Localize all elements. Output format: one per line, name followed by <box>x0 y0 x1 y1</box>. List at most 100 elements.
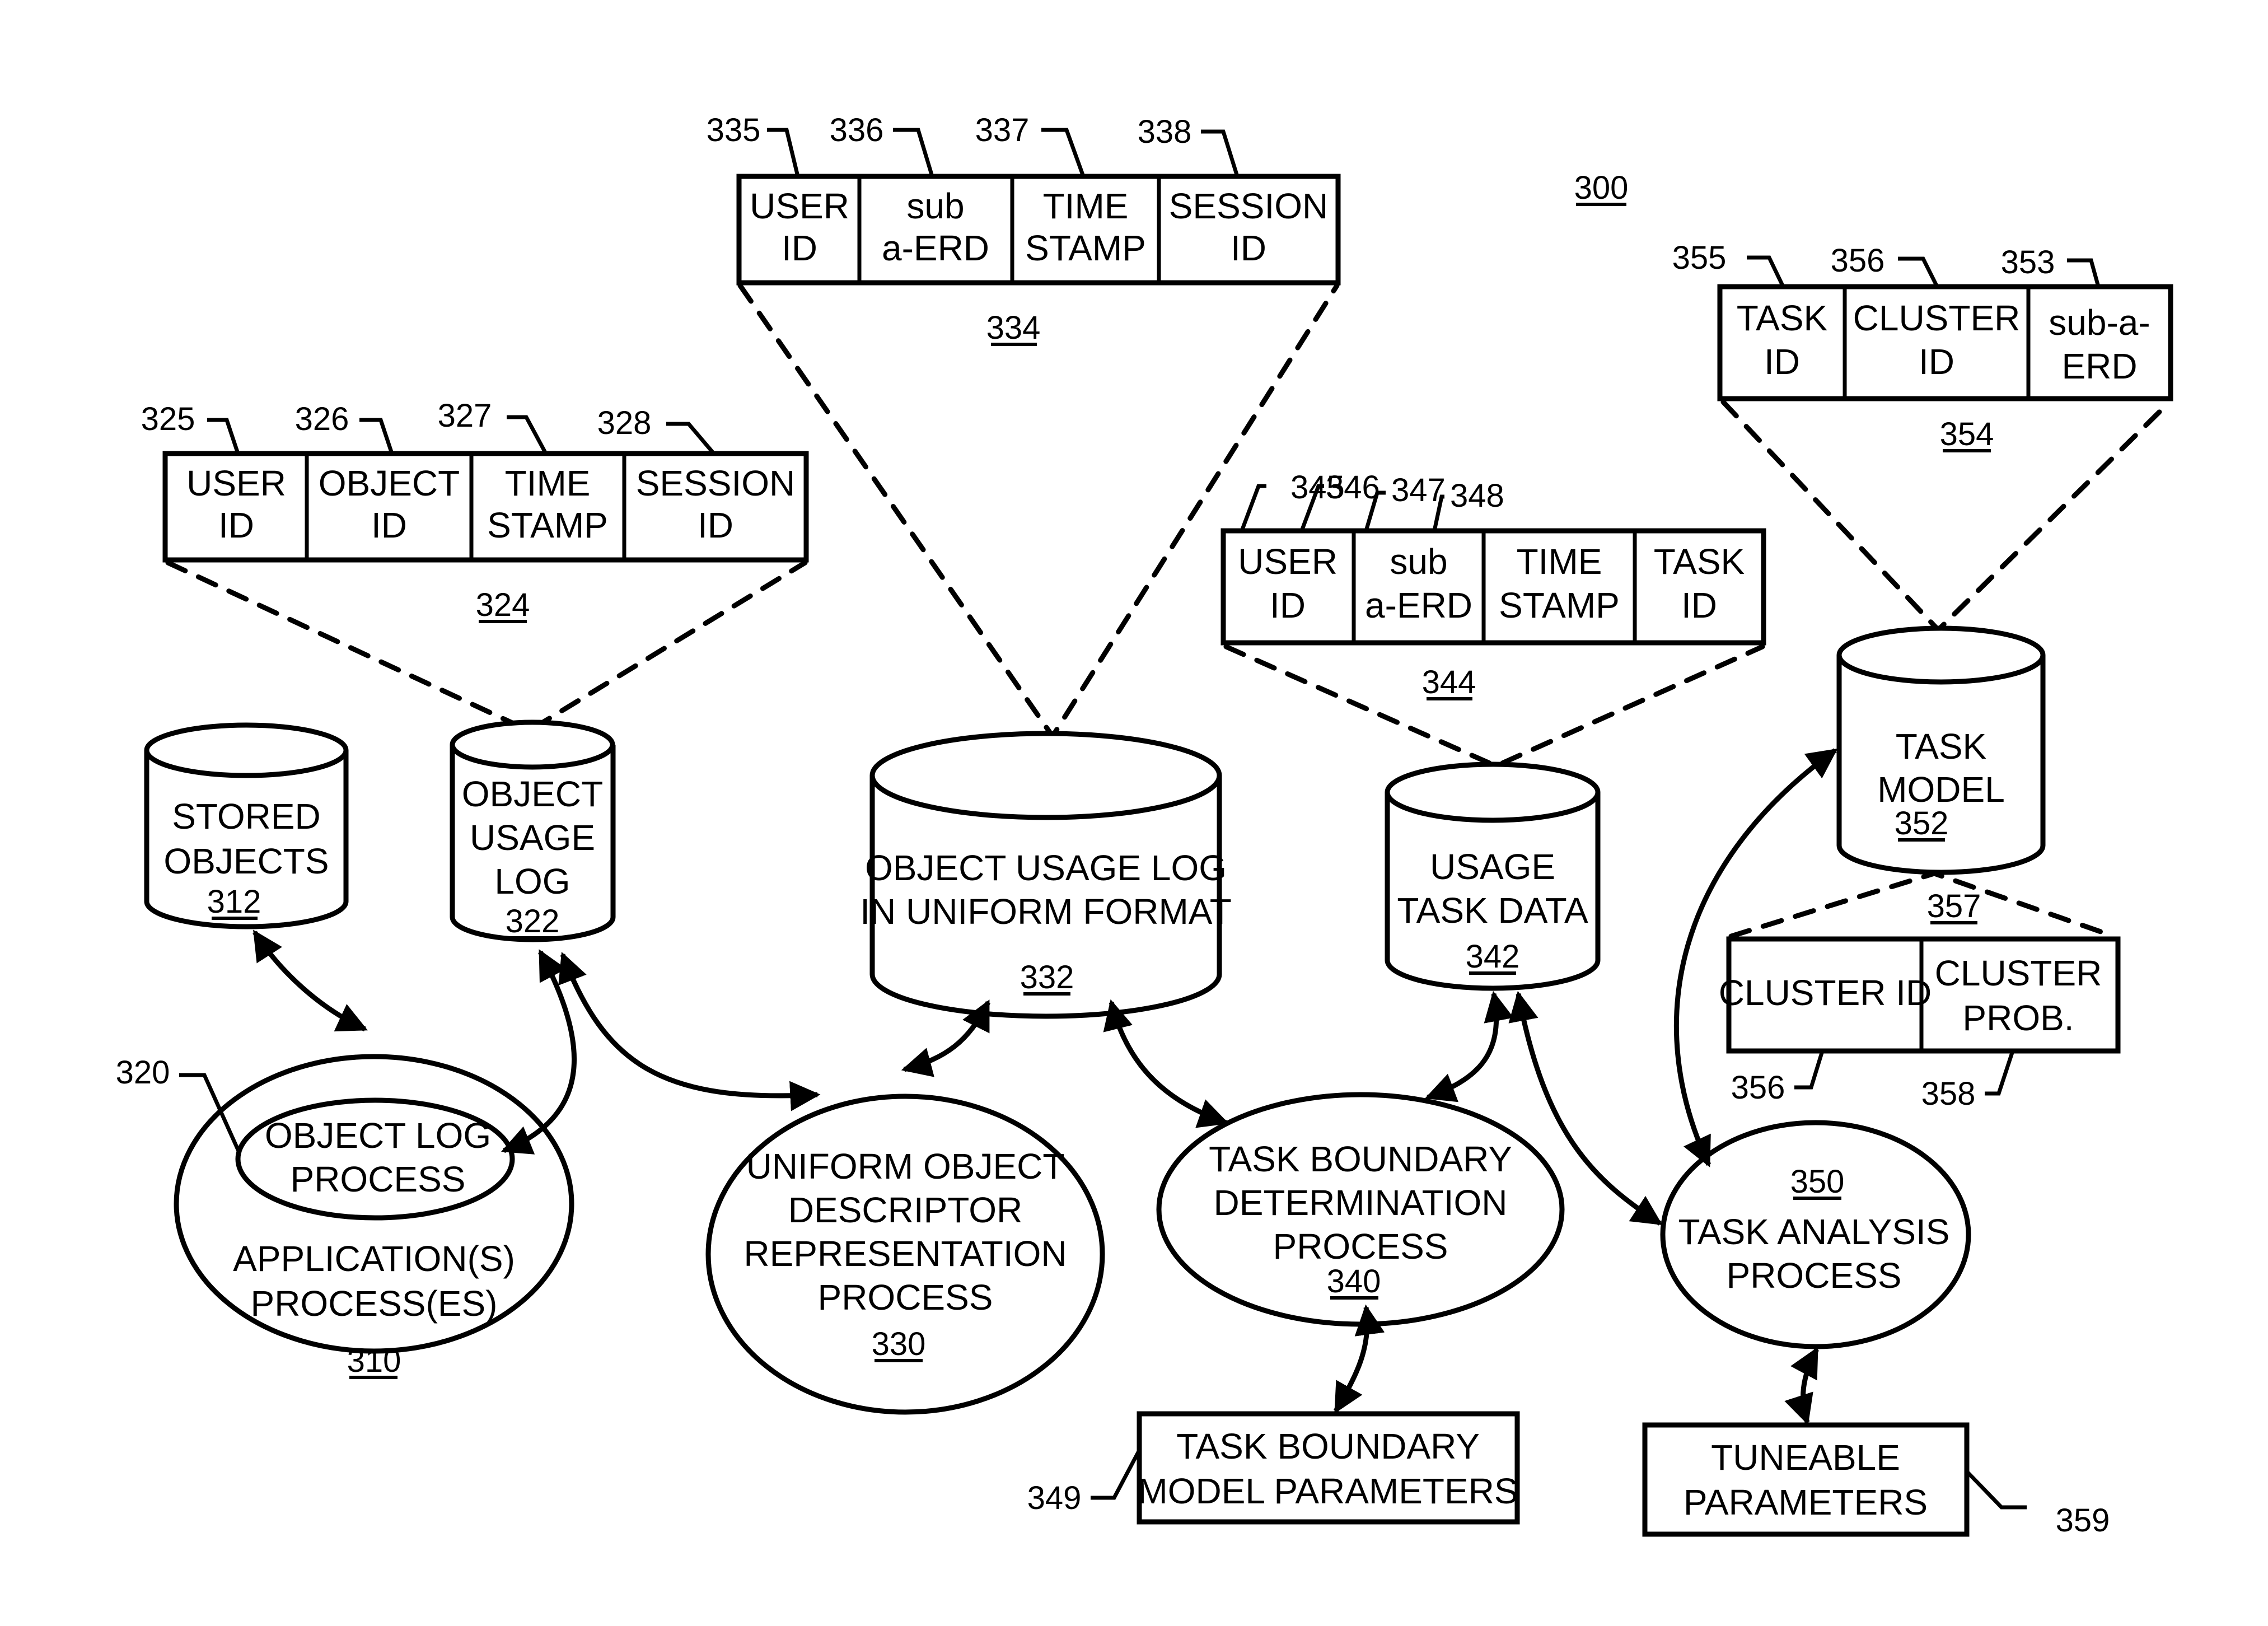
data-store-322: OBJECT USAGE LOG 322 <box>450 719 616 942</box>
ref-numeral: 358 <box>1921 1076 1976 1112</box>
process-label-line: APPLICATION(S) <box>233 1239 515 1279</box>
ref-numeral: 325 <box>141 401 195 437</box>
process-ref: 340 <box>1327 1263 1381 1300</box>
process-label-line: PROCESS <box>818 1277 993 1317</box>
field-label-line: TIME <box>1043 186 1129 226</box>
ref-numeral: 353 <box>2001 244 2055 281</box>
cylinder-top <box>1385 761 1601 823</box>
ref-numeral: 347 <box>1391 472 1446 508</box>
field-label-line: ID <box>1681 585 1717 625</box>
field-label-line: ID <box>371 505 407 545</box>
ref-numeral: 337 <box>975 112 1030 148</box>
process-ref: 320 <box>116 1054 170 1091</box>
field-label-line: ID <box>698 505 733 545</box>
leader-line <box>1091 1449 1142 1500</box>
parameters-359: TUNEABLE PARAMETERS 359 <box>1642 1422 2110 1539</box>
process-label-line: PROCESS <box>1727 1255 1902 1296</box>
store-label-line: OBJECT <box>462 774 603 814</box>
field-label-line: ID <box>218 505 254 545</box>
process-label-line: DESCRIPTOR <box>788 1190 1022 1230</box>
field-label-line: sub-a- <box>2049 302 2150 343</box>
store-ref: 352 <box>1895 805 1949 842</box>
data-store-342: USAGE TASK DATA 342 <box>1385 761 1601 991</box>
process-ref: 350 <box>1790 1164 1845 1200</box>
field-label-line: PROB. <box>1962 998 2074 1038</box>
process-label-line: PROCESS <box>1273 1226 1448 1267</box>
parameter-label-line: TUNEABLE <box>1711 1437 1900 1478</box>
field-label-line: ERD <box>2061 346 2137 386</box>
leader-line <box>1898 256 1939 288</box>
process-label-line: PROCESS(ES) <box>251 1283 498 1324</box>
ref-numeral: 338 <box>1138 114 1192 150</box>
field-label-line: TIME <box>505 463 591 503</box>
store-label-line: LOG <box>494 861 570 901</box>
ref-numeral: 348 <box>1450 478 1504 514</box>
store-ref: 332 <box>1020 959 1074 996</box>
store-label-line: MODEL <box>1877 769 2005 810</box>
record-ref: 354 <box>1940 416 1994 452</box>
field-label-line: sub <box>1390 541 1447 582</box>
leader-line <box>1041 128 1086 177</box>
store-label-line: TASK <box>1896 726 1986 767</box>
process-340: TASK BOUNDARY DETERMINATION PROCESS 340 <box>1156 1092 1565 1327</box>
process-label-line: PROCESS <box>291 1159 466 1199</box>
ref-numeral: 328 <box>597 405 652 441</box>
expansion-lines-357 <box>1728 871 2116 939</box>
ref-numeral: 355 <box>1672 240 1727 276</box>
ref-numeral: 335 <box>707 112 761 148</box>
field-label-line: STAMP <box>487 505 608 545</box>
process-label-line: TASK ANALYSIS <box>1678 1212 1950 1252</box>
process-label-line: UNIFORM OBJECT <box>746 1146 1065 1186</box>
field-label-line: CLUSTER ID <box>1719 973 1932 1013</box>
figure-number: 300 <box>1574 170 1629 206</box>
leader-line <box>1985 1050 2015 1096</box>
field-label-line: CLUSTER <box>1853 298 2021 338</box>
record-324: USER ID OBJECT ID TIME STAMP SESSION ID … <box>141 398 809 623</box>
process-label-line: OBJECT LOG <box>265 1115 491 1156</box>
leader-line <box>359 418 394 455</box>
record-ref: 324 <box>476 587 530 623</box>
process-label-line: REPRESENTATION <box>743 1233 1067 1274</box>
parameters-349: TASK BOUNDARY MODEL PARAMETERS 349 <box>1027 1411 1520 1525</box>
leader-line <box>1747 255 1785 288</box>
leader-line <box>893 128 934 177</box>
field-label-line: ID <box>1919 342 1954 382</box>
store-label-line: TASK DATA <box>1397 890 1588 931</box>
store-ref: 342 <box>1466 938 1520 975</box>
expansion-lines-344 <box>1223 644 1765 769</box>
leader-line <box>1201 129 1240 177</box>
parameter-ref: 359 <box>2056 1502 2110 1539</box>
record-ref: 357 <box>1927 888 1981 924</box>
arrow-312-310 <box>252 929 368 1032</box>
store-label-line: OBJECTS <box>163 841 329 881</box>
parameter-ref: 349 <box>1027 1480 1082 1516</box>
ref-numeral: 327 <box>438 398 492 434</box>
ref-numeral: 356 <box>1731 1069 1785 1106</box>
field-label-line: STAMP <box>1025 228 1146 268</box>
cylinder-top <box>144 722 349 778</box>
field-label-line: USER <box>186 463 286 503</box>
field-label-line: USER <box>1238 541 1338 582</box>
record-ref: 344 <box>1422 664 1476 700</box>
leader-line <box>207 418 240 455</box>
field-label-line: TIME <box>1517 541 1602 582</box>
process-ref: 310 <box>347 1343 401 1379</box>
leader-line <box>1794 1050 1825 1090</box>
leader-line <box>1965 1470 2027 1510</box>
field-label-line: USER <box>750 186 849 226</box>
store-label-line: USAGE <box>1430 847 1555 887</box>
leader-line <box>1240 484 1266 532</box>
ref-numeral: 356 <box>1831 242 1885 279</box>
leader-line <box>767 128 800 177</box>
parameter-label-line: TASK BOUNDARY <box>1176 1426 1480 1466</box>
field-label-line: ID <box>1231 228 1266 268</box>
leader-line <box>2067 258 2101 287</box>
record-354: TASK ID CLUSTER ID sub-a- ERD 355 356 35… <box>1672 240 2173 452</box>
arrow-350-359 <box>1784 1347 1819 1426</box>
field-cluster-id: CLUSTER ID <box>1719 973 1932 1013</box>
ref-numeral: 326 <box>295 401 349 437</box>
store-ref: 322 <box>506 903 560 940</box>
field-label-line: a-ERD <box>1365 585 1472 625</box>
process-label-line: TASK BOUNDARY <box>1209 1139 1512 1179</box>
store-ref: 312 <box>207 884 261 920</box>
